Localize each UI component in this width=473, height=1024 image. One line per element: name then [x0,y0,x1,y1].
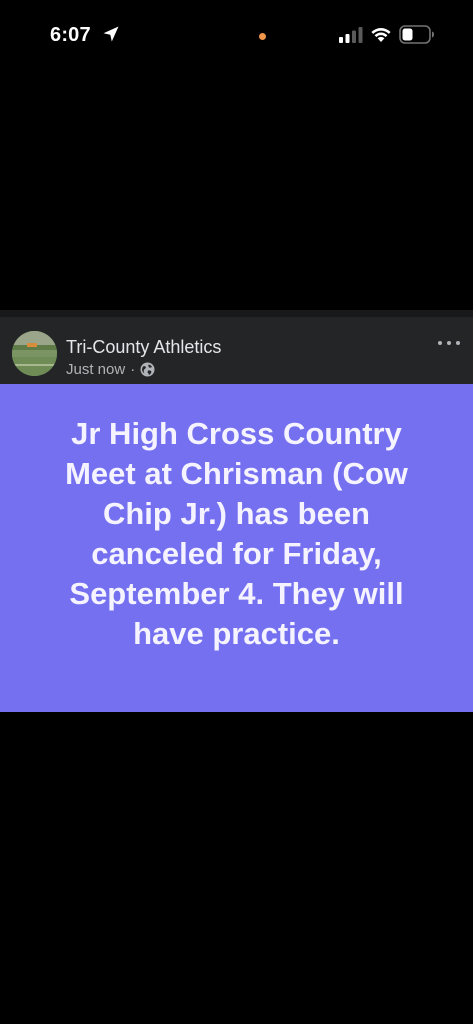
status-bar: 6:07 [0,0,473,70]
post-header: Tri-County Athletics Just now · [0,310,473,384]
wifi-icon [371,28,391,42]
privacy-indicator-dot [259,33,266,40]
battery-icon [399,25,434,44]
meta-separator: · [130,360,136,378]
more-dot [456,341,460,345]
avatar-field-image [12,331,57,376]
cellular-signal-icon [339,27,363,43]
more-dot [438,341,442,345]
post-meta: Just now · [66,360,155,378]
more-dot [447,341,451,345]
post-text: Jr High Cross Country Meet at Chrisman (… [65,416,408,651]
post-timestamp[interactable]: Just now [66,361,125,378]
globe-icon [140,362,155,376]
post-body[interactable]: Jr High Cross Country Meet at Chrisman (… [0,384,473,712]
page-avatar[interactable] [12,331,57,376]
more-options-icon[interactable] [438,337,460,349]
status-time: 6:07 [50,24,91,46]
page-name[interactable]: Tri-County Athletics [66,336,221,358]
location-arrow-icon [103,26,119,42]
